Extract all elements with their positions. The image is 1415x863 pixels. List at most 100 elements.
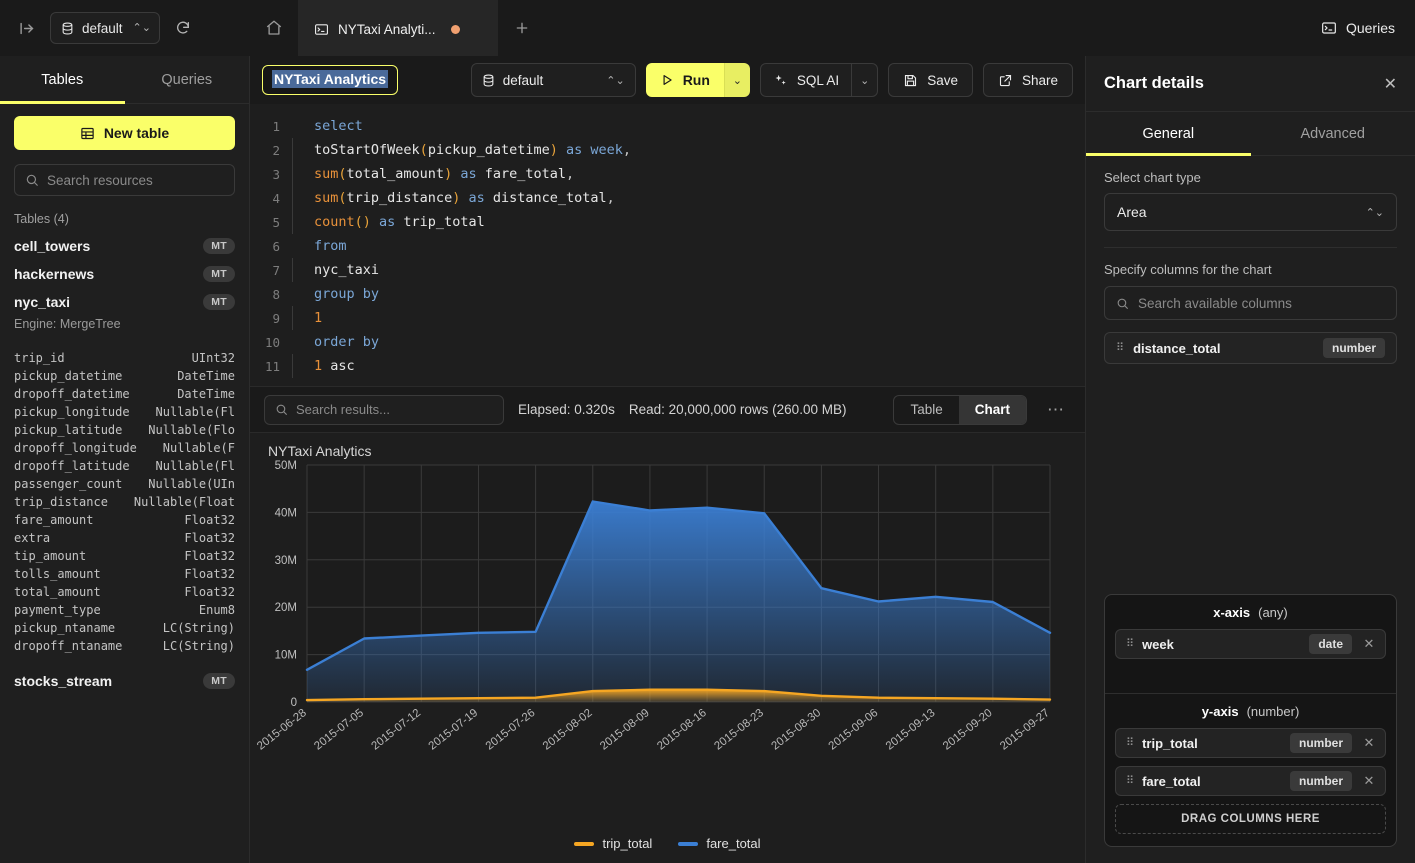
- share-button[interactable]: Share: [983, 63, 1073, 97]
- x-axis-tick-label: 2015-09-20: [941, 707, 995, 753]
- run-button[interactable]: Run: [646, 63, 724, 97]
- remove-column-icon[interactable]: ✕: [1361, 636, 1377, 652]
- column-name: tip_amount: [14, 549, 86, 563]
- x-axis-tick-label: 2015-09-27: [998, 707, 1052, 753]
- sql-ai-label: SQL AI: [797, 73, 839, 88]
- chart-panel: NYTaxi Analytics 010M20M30M40M50M2015-06…: [250, 433, 1085, 863]
- query-tab[interactable]: NYTaxi Analyti...: [298, 0, 498, 56]
- sidebar: Tables Queries New table: [0, 56, 250, 863]
- line-number: 5: [250, 215, 292, 230]
- chart-details-tabs: General Advanced: [1086, 112, 1415, 156]
- tab-table-view[interactable]: Table: [894, 396, 958, 424]
- search-resources-box[interactable]: [14, 164, 235, 196]
- column-chip-type: number: [1323, 338, 1385, 358]
- sidebar-actions: New table: [0, 104, 249, 196]
- collapse-sidebar-icon[interactable]: [14, 15, 40, 41]
- main-body: Tables Queries New table: [0, 56, 1415, 863]
- search-icon: [1116, 297, 1129, 310]
- sql-ai-group: SQL AI ⌄: [760, 63, 878, 97]
- area-chart: 010M20M30M40M50M2015-06-282015-07-052015…: [250, 457, 1080, 797]
- search-results-box[interactable]: [264, 395, 504, 425]
- code-line: 2toStartOfWeek(pickup_datetime) as week,: [250, 138, 1085, 162]
- sql-token: (: [420, 142, 428, 158]
- chart-type-select[interactable]: Area ⌃⌄: [1104, 193, 1397, 231]
- tab-chart-view[interactable]: Chart: [959, 396, 1026, 424]
- y-axis-header: y-axis(number): [1115, 704, 1386, 719]
- code-line: 91: [250, 306, 1085, 330]
- y-axis-tick-label: 10M: [275, 650, 297, 662]
- sql-token: sum: [314, 190, 338, 206]
- table-row[interactable]: cell_towers MT: [0, 232, 249, 260]
- drag-handle-icon[interactable]: ⠿: [1126, 776, 1133, 787]
- home-icon[interactable]: [250, 0, 298, 56]
- drag-handle-icon[interactable]: ⠿: [1116, 343, 1123, 354]
- y-axis-chip[interactable]: ⠿ fare_total number ✕: [1115, 766, 1386, 796]
- sidebar-tab-tables[interactable]: Tables: [0, 56, 125, 103]
- run-label: Run: [683, 72, 710, 88]
- remove-column-icon[interactable]: ✕: [1361, 773, 1377, 789]
- column-type: Float32: [184, 549, 235, 563]
- plus-icon[interactable]: [498, 0, 546, 56]
- axis-chip-type: date: [1309, 634, 1352, 654]
- table-row-nyc-taxi[interactable]: nyc_taxi MT: [0, 288, 249, 316]
- drag-handle-icon[interactable]: ⠿: [1126, 639, 1133, 650]
- available-column-chip[interactable]: ⠿ distance_total number: [1104, 332, 1397, 364]
- table-row[interactable]: stocks_stream MT: [0, 667, 249, 695]
- close-icon[interactable]: ✕: [1384, 74, 1397, 94]
- tab-general[interactable]: General: [1086, 112, 1251, 155]
- database-selector[interactable]: default ⌃⌄: [50, 12, 160, 44]
- x-axis-chip[interactable]: ⠿ week date ✕: [1115, 629, 1386, 659]
- queries-label: Queries: [1346, 20, 1395, 36]
- remove-column-icon[interactable]: ✕: [1361, 735, 1377, 751]
- run-options-chevron-down-icon[interactable]: ⌄: [724, 63, 750, 97]
- column-chip-name: distance_total: [1133, 341, 1313, 356]
- terminal-icon: [314, 22, 329, 37]
- database-icon: [482, 74, 495, 87]
- queries-button[interactable]: Queries: [1301, 0, 1415, 56]
- engine-badge: MT: [203, 266, 235, 282]
- line-number: 8: [250, 287, 292, 302]
- editor-database-selector[interactable]: default ⌃⌄: [471, 63, 636, 97]
- x-axis-tick-label: 2015-08-23: [712, 707, 766, 753]
- line-number: 2: [250, 143, 292, 158]
- table-row[interactable]: hackernews MT: [0, 260, 249, 288]
- sql-token: as: [371, 214, 404, 230]
- sidebar-tab-queries[interactable]: Queries: [125, 56, 250, 103]
- column-type: Float32: [184, 567, 235, 581]
- y-axis-accepts: (number): [1247, 704, 1300, 719]
- column-row: dropoff_longitudeNullable(F: [0, 439, 249, 457]
- x-axis-tick-label: 2015-09-13: [884, 707, 938, 753]
- y-axis-chip[interactable]: ⠿ trip_total number ✕: [1115, 728, 1386, 758]
- sql-token: (): [355, 214, 371, 230]
- search-results-input[interactable]: [296, 402, 493, 417]
- chevron-updown-icon: ⌃⌄: [606, 74, 624, 87]
- drag-columns-dropzone[interactable]: DRAG COLUMNS HERE: [1115, 804, 1386, 834]
- legend-item[interactable]: fare_total: [678, 836, 760, 851]
- legend-item[interactable]: trip_total: [574, 836, 652, 851]
- table-icon: [80, 126, 95, 141]
- sql-token: week: [590, 142, 623, 158]
- query-title-input[interactable]: NYTaxi Analytics: [262, 65, 398, 95]
- column-row: pickup_longitudeNullable(Fl: [0, 403, 249, 421]
- new-table-button[interactable]: New table: [14, 116, 235, 150]
- available-columns-search-input[interactable]: [1138, 296, 1385, 311]
- ellipsis-icon[interactable]: ⋯: [1041, 400, 1071, 420]
- sql-ai-button[interactable]: SQL AI: [761, 64, 851, 96]
- drag-handle-icon[interactable]: ⠿: [1126, 738, 1133, 749]
- sql-token: ): [444, 166, 452, 182]
- tab-advanced[interactable]: Advanced: [1251, 112, 1415, 155]
- save-button[interactable]: Save: [888, 63, 973, 97]
- axis-chip-type: number: [1290, 771, 1352, 791]
- sql-token: select: [314, 118, 363, 134]
- sql-token: 1: [314, 358, 322, 374]
- search-resources-input[interactable]: [47, 173, 224, 188]
- chart-details-panel: Chart details ✕ General Advanced Select …: [1085, 56, 1415, 863]
- sql-ai-chevron-down-icon[interactable]: ⌄: [851, 64, 877, 96]
- available-columns-search-box[interactable]: [1104, 286, 1397, 320]
- sql-editor[interactable]: 1 select 2toStartOfWeek(pickup_datetime) …: [250, 104, 1085, 387]
- x-axis-tick-label: 2015-07-19: [427, 707, 481, 753]
- refresh-icon[interactable]: [170, 15, 196, 41]
- column-name: total_amount: [14, 585, 101, 599]
- sparkle-icon: [773, 73, 788, 88]
- sql-token: count: [314, 214, 355, 230]
